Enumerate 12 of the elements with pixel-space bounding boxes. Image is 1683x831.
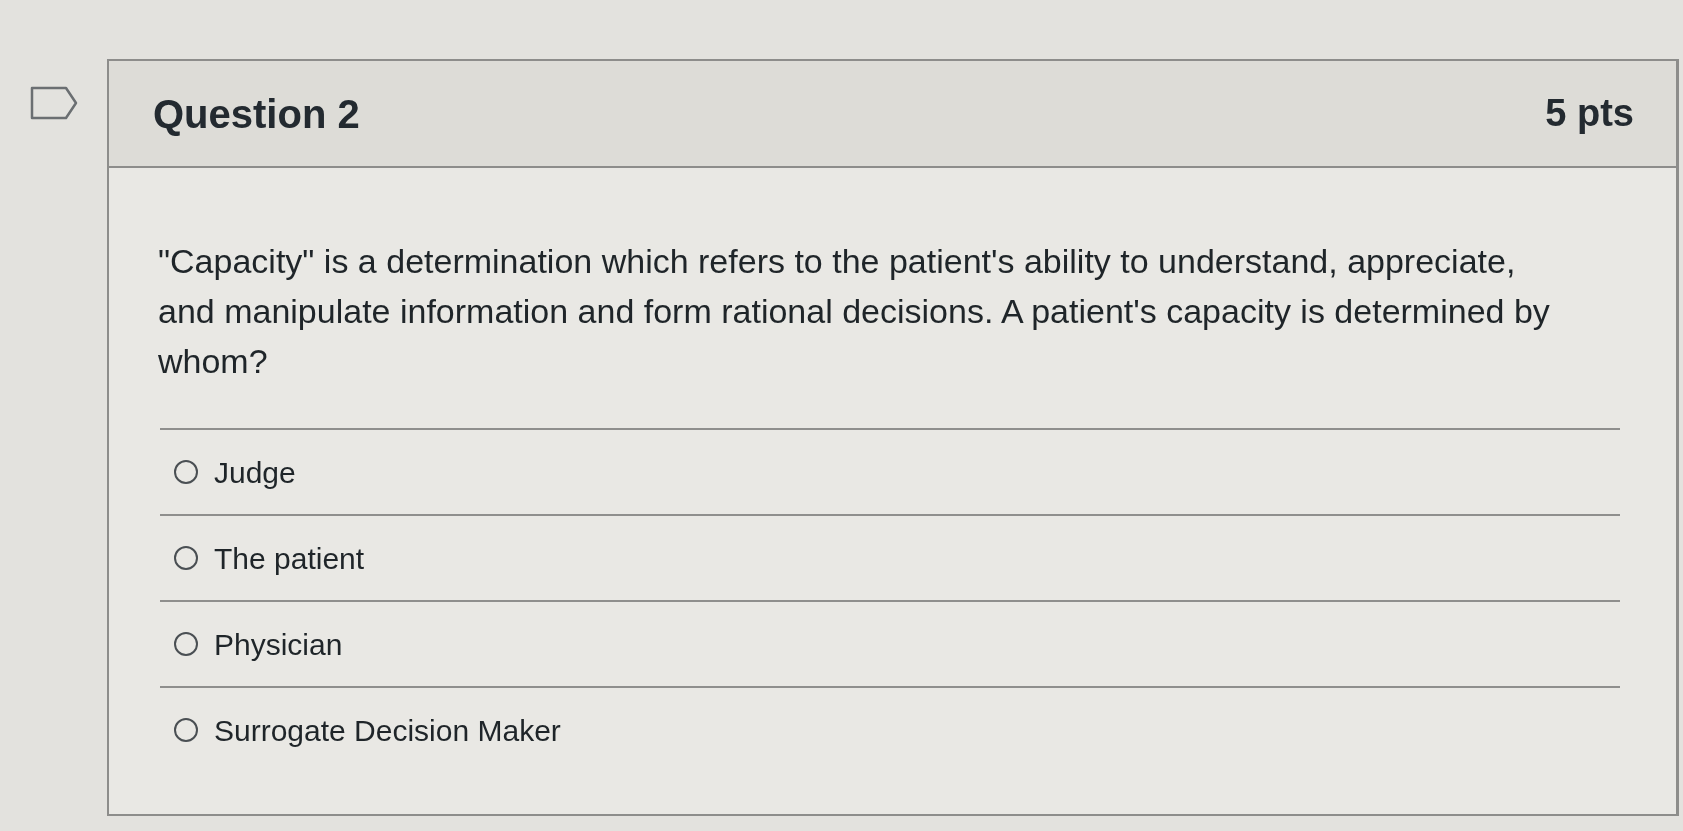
radio-button[interactable] [174, 718, 198, 742]
flag-icon[interactable] [29, 86, 78, 120]
answer-label[interactable]: Surrogate Decision Maker [214, 707, 561, 753]
points-label: 5 pts [1545, 91, 1634, 136]
answer-label[interactable]: Physician [214, 621, 343, 667]
answer-label[interactable]: The patient [214, 535, 365, 581]
radio-button[interactable] [174, 546, 198, 570]
question-text: "Capacity" is a determination which refers to the patient's ability to understand, appreciate, and manipulate information and form rational decisions. A patient's capacity is determined by whom? [158, 241, 1551, 382]
radio-button[interactable] [174, 632, 198, 656]
answer-label[interactable]: Judge [214, 449, 296, 495]
question-title: Question 2 [153, 90, 360, 138]
radio-button[interactable] [174, 460, 198, 484]
